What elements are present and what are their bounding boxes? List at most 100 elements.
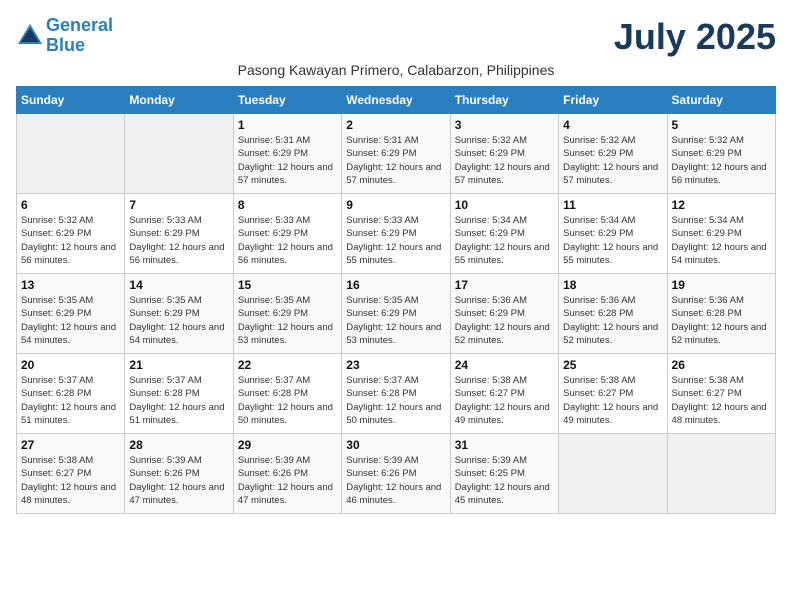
day-of-week-header: Sunday <box>17 87 125 114</box>
calendar-cell: 15 Sunrise: 5:35 AM Sunset: 6:29 PM Dayli… <box>233 274 341 354</box>
day-info: Sunrise: 5:32 AM Sunset: 6:29 PM Dayligh… <box>21 214 120 267</box>
calendar-cell: 8Sunrise: 5:33 AM Sunset: 6:29 PM Daylig… <box>233 194 341 274</box>
calendar-cell: 30Sunrise: 5:39 AM Sunset: 6:26 PM Dayli… <box>342 434 450 514</box>
day-number: 23 <box>346 358 445 372</box>
day-of-week-header: Thursday <box>450 87 558 114</box>
calendar-cell: 2 Sunrise: 5:31 AM Sunset: 6:29 PM Daylig… <box>342 114 450 194</box>
calendar-cell: 3 Sunrise: 5:32 AM Sunset: 6:29 PM Daylig… <box>450 114 558 194</box>
day-info: Sunrise: 5:32 AM Sunset: 6:29 PM Dayligh… <box>455 134 554 187</box>
logo: GeneralBlue <box>16 16 113 56</box>
calendar-header-row: SundayMondayTuesdayWednesdayThursdayFrid… <box>17 87 776 114</box>
day-info: Sunrise: 5:34 AM Sunset: 6:29 PM Dayligh… <box>563 214 662 267</box>
day-info: Sunrise: 5:31 AM Sunset: 6:29 PM Dayligh… <box>346 134 445 187</box>
calendar-cell: 20 Sunrise: 5:37 AM Sunset: 6:28 PM Dayli… <box>17 354 125 434</box>
calendar-cell: 28 Sunrise: 5:39 AM Sunset: 6:26 PM Dayli… <box>125 434 233 514</box>
day-number: 14 <box>129 278 228 292</box>
day-of-week-header: Friday <box>559 87 667 114</box>
day-number: 22 <box>238 358 337 372</box>
day-number: 13 <box>21 278 120 292</box>
calendar-cell: 9Sunrise: 5:33 AM Sunset: 6:29 PM Daylig… <box>342 194 450 274</box>
day-info: Sunrise: 5:35 AM Sunset: 6:29 PM Dayligh… <box>21 294 120 347</box>
calendar-cell: 6Sunrise: 5:32 AM Sunset: 6:29 PM Daylig… <box>17 194 125 274</box>
day-number: 3 <box>455 118 554 132</box>
day-number: 28 <box>129 438 228 452</box>
day-info: Sunrise: 5:33 AM Sunset: 6:29 PM Dayligh… <box>129 214 228 267</box>
day-info: Sunrise: 5:38 AM Sunset: 6:27 PM Dayligh… <box>21 454 120 507</box>
logo-icon <box>16 22 44 50</box>
calendar-week-row: 27 Sunrise: 5:38 AM Sunset: 6:27 PM Dayli… <box>17 434 776 514</box>
day-number: 21 <box>129 358 228 372</box>
day-info: Sunrise: 5:39 AM Sunset: 6:26 PM Dayligh… <box>129 454 228 507</box>
day-number: 9 <box>346 198 445 212</box>
day-of-week-header: Wednesday <box>342 87 450 114</box>
calendar-cell: 25Sunrise: 5:38 AM Sunset: 6:27 PM Dayli… <box>559 354 667 434</box>
day-info: Sunrise: 5:32 AM Sunset: 6:29 PM Dayligh… <box>672 134 771 187</box>
day-number: 20 <box>21 358 120 372</box>
day-number: 27 <box>21 438 120 452</box>
calendar-cell: 14 Sunrise: 5:35 AM Sunset: 6:29 PM Dayli… <box>125 274 233 354</box>
day-of-week-header: Monday <box>125 87 233 114</box>
day-number: 16 <box>346 278 445 292</box>
day-info: Sunrise: 5:35 AM Sunset: 6:29 PM Dayligh… <box>238 294 337 347</box>
day-number: 7 <box>129 198 228 212</box>
day-number: 10 <box>455 198 554 212</box>
calendar-cell: 27 Sunrise: 5:38 AM Sunset: 6:27 PM Dayli… <box>17 434 125 514</box>
day-number: 24 <box>455 358 554 372</box>
day-number: 19 <box>672 278 771 292</box>
calendar-cell: 12 Sunrise: 5:34 AM Sunset: 6:29 PM Dayli… <box>667 194 775 274</box>
calendar-cell: 1 Sunrise: 5:31 AM Sunset: 6:29 PM Daylig… <box>233 114 341 194</box>
day-info: Sunrise: 5:36 AM Sunset: 6:28 PM Dayligh… <box>563 294 662 347</box>
calendar-cell: 7 Sunrise: 5:33 AM Sunset: 6:29 PM Daylig… <box>125 194 233 274</box>
calendar-cell: 29Sunrise: 5:39 AM Sunset: 6:26 PM Dayli… <box>233 434 341 514</box>
day-number: 11 <box>563 198 662 212</box>
day-number: 18 <box>563 278 662 292</box>
day-info: Sunrise: 5:35 AM Sunset: 6:29 PM Dayligh… <box>129 294 228 347</box>
calendar-body: 1 Sunrise: 5:31 AM Sunset: 6:29 PM Daylig… <box>17 114 776 514</box>
calendar-cell: 17 Sunrise: 5:36 AM Sunset: 6:29 PM Dayli… <box>450 274 558 354</box>
calendar-cell <box>667 434 775 514</box>
calendar-cell: 19 Sunrise: 5:36 AM Sunset: 6:28 PM Dayli… <box>667 274 775 354</box>
calendar-cell: 21 Sunrise: 5:37 AM Sunset: 6:28 PM Dayli… <box>125 354 233 434</box>
calendar-week-row: 20 Sunrise: 5:37 AM Sunset: 6:28 PM Dayli… <box>17 354 776 434</box>
calendar-cell: 22 Sunrise: 5:37 AM Sunset: 6:28 PM Dayli… <box>233 354 341 434</box>
day-of-week-header: Saturday <box>667 87 775 114</box>
day-number: 17 <box>455 278 554 292</box>
day-number: 1 <box>238 118 337 132</box>
calendar-cell <box>17 114 125 194</box>
day-number: 2 <box>346 118 445 132</box>
day-number: 12 <box>672 198 771 212</box>
day-info: Sunrise: 5:34 AM Sunset: 6:29 PM Dayligh… <box>455 214 554 267</box>
day-info: Sunrise: 5:39 AM Sunset: 6:26 PM Dayligh… <box>346 454 445 507</box>
day-info: Sunrise: 5:37 AM Sunset: 6:28 PM Dayligh… <box>238 374 337 427</box>
calendar-week-row: 6Sunrise: 5:32 AM Sunset: 6:29 PM Daylig… <box>17 194 776 274</box>
day-info: Sunrise: 5:36 AM Sunset: 6:29 PM Dayligh… <box>455 294 554 347</box>
day-number: 15 <box>238 278 337 292</box>
day-info: Sunrise: 5:37 AM Sunset: 6:28 PM Dayligh… <box>346 374 445 427</box>
month-title: July 2025 <box>614 16 776 58</box>
day-number: 29 <box>238 438 337 452</box>
day-info: Sunrise: 5:33 AM Sunset: 6:29 PM Dayligh… <box>238 214 337 267</box>
day-info: Sunrise: 5:37 AM Sunset: 6:28 PM Dayligh… <box>129 374 228 427</box>
day-number: 4 <box>563 118 662 132</box>
day-info: Sunrise: 5:39 AM Sunset: 6:25 PM Dayligh… <box>455 454 554 507</box>
calendar-header: SundayMondayTuesdayWednesdayThursdayFrid… <box>17 87 776 114</box>
day-of-week-header: Tuesday <box>233 87 341 114</box>
calendar-cell <box>559 434 667 514</box>
day-info: Sunrise: 5:38 AM Sunset: 6:27 PM Dayligh… <box>672 374 771 427</box>
calendar-week-row: 1 Sunrise: 5:31 AM Sunset: 6:29 PM Daylig… <box>17 114 776 194</box>
page-header: GeneralBlue July 2025 <box>16 16 776 58</box>
calendar-cell: 24 Sunrise: 5:38 AM Sunset: 6:27 PM Dayli… <box>450 354 558 434</box>
day-number: 5 <box>672 118 771 132</box>
day-info: Sunrise: 5:32 AM Sunset: 6:29 PM Dayligh… <box>563 134 662 187</box>
calendar-cell: 18 Sunrise: 5:36 AM Sunset: 6:28 PM Dayli… <box>559 274 667 354</box>
day-info: Sunrise: 5:34 AM Sunset: 6:29 PM Dayligh… <box>672 214 771 267</box>
calendar-cell: 31Sunrise: 5:39 AM Sunset: 6:25 PM Dayli… <box>450 434 558 514</box>
day-info: Sunrise: 5:38 AM Sunset: 6:27 PM Dayligh… <box>563 374 662 427</box>
day-info: Sunrise: 5:36 AM Sunset: 6:28 PM Dayligh… <box>672 294 771 347</box>
day-info: Sunrise: 5:37 AM Sunset: 6:28 PM Dayligh… <box>21 374 120 427</box>
calendar-cell: 10 Sunrise: 5:34 AM Sunset: 6:29 PM Dayli… <box>450 194 558 274</box>
day-info: Sunrise: 5:31 AM Sunset: 6:29 PM Dayligh… <box>238 134 337 187</box>
calendar-cell: 26Sunrise: 5:38 AM Sunset: 6:27 PM Dayli… <box>667 354 775 434</box>
calendar-cell: 13 Sunrise: 5:35 AM Sunset: 6:29 PM Dayli… <box>17 274 125 354</box>
day-info: Sunrise: 5:38 AM Sunset: 6:27 PM Dayligh… <box>455 374 554 427</box>
